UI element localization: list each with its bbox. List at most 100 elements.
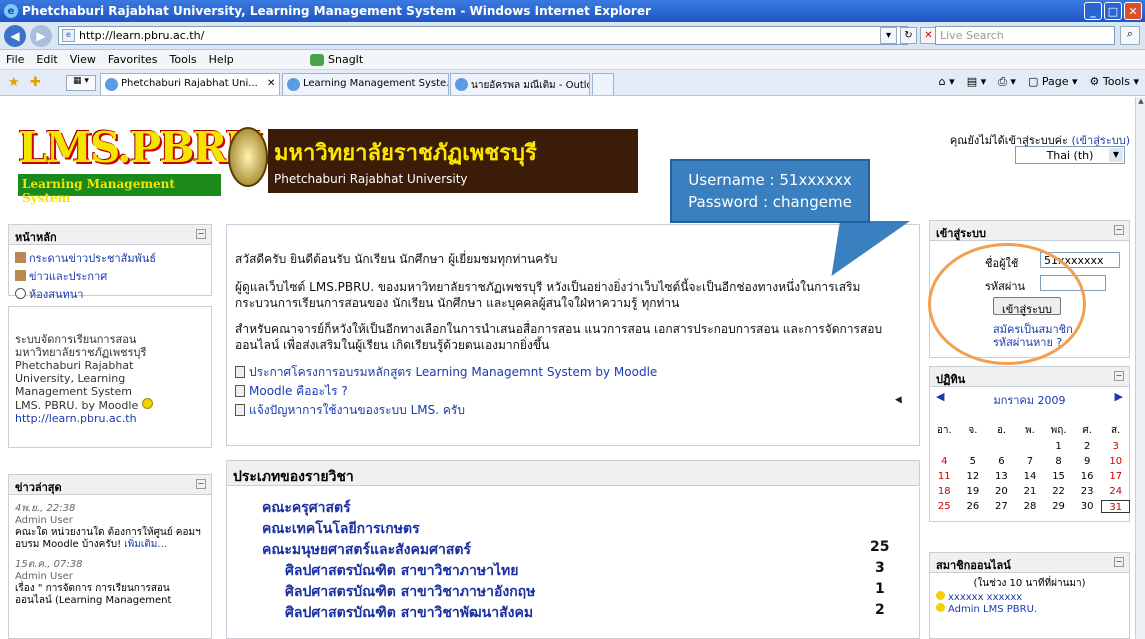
weekday-label: ส. bbox=[1111, 425, 1121, 436]
calendar-day[interactable]: 6 bbox=[987, 455, 1016, 468]
calendar-day[interactable]: 17 bbox=[1101, 470, 1130, 483]
lms-logo[interactable]: LMS.PBRU. Learning Management System bbox=[18, 124, 271, 205]
calendar-day[interactable]: 19 bbox=[959, 485, 988, 498]
feeds-icon[interactable]: ▤ ▾ bbox=[967, 75, 986, 89]
university-banner: มหาวิทยาลัยราชภัฏเพชรบุรี Phetchaburi Ra… bbox=[268, 129, 638, 193]
vertical-scrollbar[interactable]: ▲ bbox=[1135, 97, 1145, 639]
calendar-day[interactable]: 24 bbox=[1101, 485, 1130, 498]
tools-menu[interactable]: ⚙ Tools ▾ bbox=[1090, 75, 1140, 89]
news-more-link[interactable]: เพิ่มเติม... bbox=[124, 539, 167, 550]
minimize-button[interactable]: _ bbox=[1084, 2, 1102, 20]
news-date: 15ต.ค., 07:38 bbox=[15, 559, 83, 570]
calendar-day[interactable]: 9 bbox=[1073, 455, 1102, 468]
news-author: Admin User bbox=[15, 515, 73, 526]
snagit-button[interactable]: SnagIt bbox=[310, 53, 363, 66]
resource-link-report[interactable]: แจ้งปัญหาการใช้งานของระบบ LMS. ครับ bbox=[235, 401, 911, 420]
calendar-day[interactable]: 27 bbox=[987, 500, 1016, 513]
page-menu[interactable]: ▢ Page ▾ bbox=[1028, 75, 1078, 89]
calendar-day[interactable]: 22 bbox=[1044, 485, 1073, 498]
scroll-up-icon[interactable]: ▲ bbox=[1136, 97, 1145, 109]
calendar-day[interactable]: 10 bbox=[1101, 455, 1130, 468]
calendar-day[interactable]: 13 bbox=[987, 470, 1016, 483]
categories-header: ประเภทของรายวิชา bbox=[226, 460, 920, 486]
tab-close-icon[interactable]: ✕ bbox=[267, 78, 275, 89]
about-url[interactable]: http://learn.pbru.ac.th bbox=[15, 412, 205, 425]
next-month-icon[interactable]: ▶ bbox=[1115, 390, 1123, 403]
calendar-day[interactable]: 28 bbox=[1016, 500, 1045, 513]
new-tab-button[interactable] bbox=[592, 73, 614, 95]
calendar-day[interactable]: 8 bbox=[1044, 455, 1073, 468]
calendar-day[interactable]: 1 bbox=[1044, 440, 1073, 453]
menu-favorites[interactable]: Favorites bbox=[102, 53, 164, 66]
online-user[interactable]: xxxxxx xxxxxx bbox=[936, 591, 1123, 603]
favorites-star-icon[interactable]: ★ bbox=[8, 75, 20, 90]
calendar-day[interactable]: 25 bbox=[930, 500, 959, 513]
tab-lms[interactable]: Learning Management Syste... bbox=[282, 73, 449, 95]
refresh-icon[interactable]: ↻ bbox=[900, 27, 917, 44]
quick-tabs-icon[interactable]: ▦ ▾ bbox=[66, 75, 96, 91]
menu-edit[interactable]: Edit bbox=[30, 53, 63, 66]
document-icon bbox=[235, 385, 245, 397]
weekday-label: จ. bbox=[968, 425, 978, 436]
calendar-day[interactable]: 29 bbox=[1044, 500, 1073, 513]
tab-phetchaburi[interactable]: Phetchaburi Rajabhat Uni... ✕ bbox=[100, 73, 280, 95]
calendar-day[interactable]: 18 bbox=[930, 485, 959, 498]
calendar-day[interactable]: 2 bbox=[1073, 440, 1102, 453]
calendar-month[interactable]: มกราคม 2009 bbox=[930, 391, 1129, 409]
language-select[interactable]: Thai (th) ▼ bbox=[1015, 146, 1125, 164]
online-period: (ในช่วง 10 นาทีที่ผ่านมา) bbox=[973, 578, 1086, 589]
category-english[interactable]: ศิลปศาสตรบัณฑิต สาขาวิชาภาษาอังกฤษ bbox=[285, 581, 535, 603]
calendar-day[interactable]: 14 bbox=[1016, 470, 1045, 483]
news-author: Admin User bbox=[15, 571, 73, 582]
home-icon[interactable]: ⌂ ▾ bbox=[939, 75, 955, 89]
resource-link-training[interactable]: ประกาศโครงการอบรมหลักสูตร Learning Manag… bbox=[235, 363, 911, 382]
close-button[interactable]: ✕ bbox=[1124, 2, 1142, 20]
nav-announcements[interactable]: ข่าวและประกาศ bbox=[9, 266, 211, 286]
menu-view[interactable]: View bbox=[64, 53, 102, 66]
url-field[interactable]: e http://learn.pbru.ac.th/ bbox=[58, 26, 908, 45]
collapse-icon[interactable]: − bbox=[196, 229, 206, 239]
tab-label: Phetchaburi Rajabhat Uni... bbox=[121, 78, 258, 89]
forward-button[interactable]: ▶ bbox=[30, 24, 52, 47]
maximize-button[interactable]: □ bbox=[1104, 2, 1122, 20]
calendar-day[interactable]: 15 bbox=[1044, 470, 1073, 483]
menu-tools[interactable]: Tools bbox=[164, 53, 203, 66]
dropdown-icon[interactable]: ▾ bbox=[880, 27, 897, 44]
category-humanities[interactable]: คณะมนุษยศาสตร์และสังคมศาสตร์ bbox=[262, 539, 471, 561]
print-icon[interactable]: ⎙ ▾ bbox=[998, 75, 1016, 89]
calendar-day[interactable]: 16 bbox=[1073, 470, 1102, 483]
back-button[interactable]: ◀ bbox=[4, 24, 26, 47]
nav-chat[interactable]: ห้องสนทนา bbox=[9, 284, 211, 304]
collapse-icon[interactable]: − bbox=[1114, 557, 1124, 567]
collapse-icon[interactable]: − bbox=[1114, 371, 1124, 381]
search-input[interactable]: Live Search bbox=[935, 26, 1115, 45]
calendar-day[interactable]: 3 bbox=[1101, 440, 1130, 453]
nav-news-board[interactable]: กระดานข่าวประชาสัมพันธ์ bbox=[9, 248, 211, 268]
menu-help[interactable]: Help bbox=[203, 53, 240, 66]
calendar-day[interactable]: 23 bbox=[1073, 485, 1102, 498]
about-moodle: LMS. PBRU. by Moodle bbox=[15, 399, 139, 412]
category-agri-tech[interactable]: คณะเทคโนโลยีการเกษตร bbox=[262, 518, 420, 540]
calendar-day[interactable]: 26 bbox=[959, 500, 988, 513]
category-thai[interactable]: ศิลปศาสตรบัณฑิต สาขาวิชาภาษาไทย bbox=[285, 560, 518, 582]
calendar-day[interactable]: 31 bbox=[1101, 500, 1130, 513]
calendar-day[interactable]: 20 bbox=[987, 485, 1016, 498]
calendar-day[interactable]: 11 bbox=[930, 470, 959, 483]
collapse-icon[interactable]: − bbox=[196, 479, 206, 489]
category-education[interactable]: คณะครุศาสตร์ bbox=[262, 497, 351, 519]
calendar-day[interactable]: 12 bbox=[959, 470, 988, 483]
category-social-dev[interactable]: ศิลปศาสตรบัณฑิต สาขาวิชาพัฒนาสังคม bbox=[285, 602, 533, 624]
resource-link-moodle[interactable]: Moodle คืออะไร ? bbox=[235, 382, 911, 401]
calendar-day[interactable]: 30 bbox=[1073, 500, 1102, 513]
calendar-day[interactable]: 7 bbox=[1016, 455, 1045, 468]
weekday-label: ศ. bbox=[1082, 425, 1092, 436]
calendar-day[interactable]: 21 bbox=[1016, 485, 1045, 498]
collapse-icon[interactable]: − bbox=[1114, 225, 1124, 235]
search-icon[interactable]: ⌕ bbox=[1120, 26, 1140, 45]
menu-file[interactable]: File bbox=[0, 53, 30, 66]
calendar-day[interactable]: 5 bbox=[959, 455, 988, 468]
online-user[interactable]: Admin LMS PBRU. bbox=[936, 603, 1123, 615]
add-favorites-icon[interactable]: ✚ bbox=[30, 75, 41, 90]
calendar-day[interactable]: 4 bbox=[930, 455, 959, 468]
tab-outlook[interactable]: นายอัครพล มณีเติม - Outlook ... bbox=[450, 73, 590, 95]
